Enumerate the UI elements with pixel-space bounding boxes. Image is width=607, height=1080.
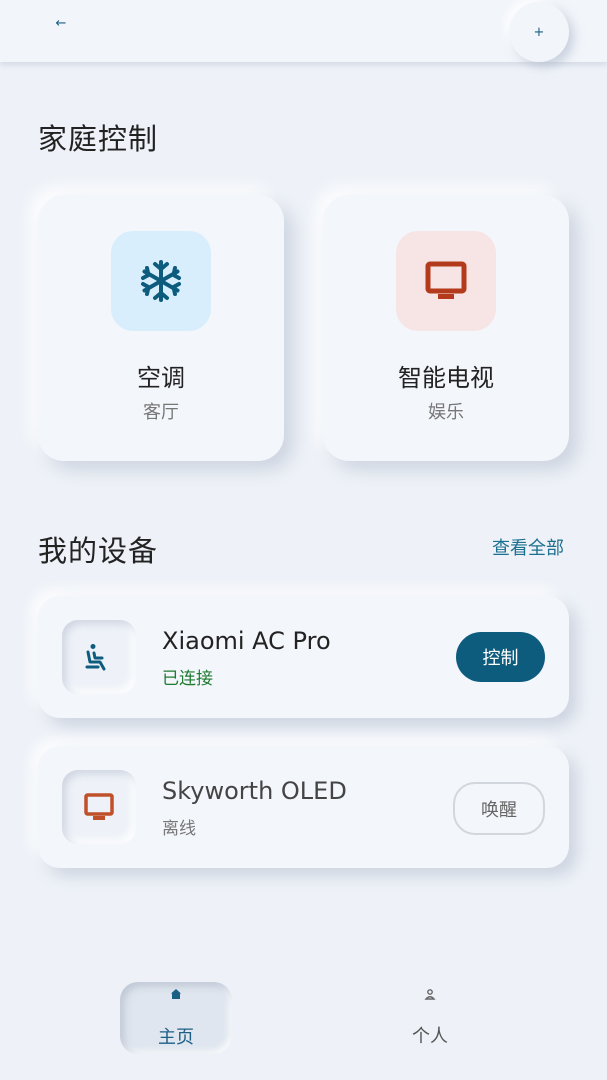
top-app-bar: ← + [0, 0, 607, 62]
device-card-xiaomi[interactable]: Xiaomi AC Pro 已连接 控制 [38, 596, 569, 718]
tv-icon [425, 261, 467, 299]
home-card-tv[interactable]: 智能电视 娱乐 [323, 195, 569, 461]
snowflake-icon [141, 260, 181, 302]
add-button[interactable]: + [509, 2, 569, 62]
nav-item-home[interactable]: 主页 [120, 982, 232, 1054]
tv-icon [84, 793, 114, 820]
nav-label-profile: 个人 [412, 1026, 448, 1047]
view-all-link[interactable]: 查看全部 [492, 534, 564, 560]
device-name: Xiaomi AC Pro [162, 627, 331, 655]
tv-card-subtitle: 娱乐 [428, 402, 464, 423]
nav-item-profile[interactable]: 个人 [374, 982, 486, 1054]
person-icon [374, 988, 486, 1000]
wake-button[interactable]: 唤醒 [453, 782, 545, 835]
home-icon [120, 988, 232, 1000]
app-screen: ← + 家庭控制 空调 客厅 智能电视 娱乐 我的设备 查看全部 Xiaomi … [0, 0, 607, 1080]
device-icon-box [62, 770, 136, 844]
plus-icon: + [533, 24, 545, 40]
home-control-title: 家庭控制 [38, 122, 159, 156]
nav-label-home: 主页 [158, 1027, 194, 1048]
control-button[interactable]: 控制 [456, 632, 545, 682]
device-status: 离线 [162, 819, 196, 839]
ac-card-title: 空调 [137, 364, 185, 392]
tv-icon-box [396, 231, 496, 331]
my-devices-title: 我的设备 [38, 534, 159, 568]
ac-card-subtitle: 客厅 [143, 402, 179, 423]
back-button[interactable]: ← [46, 8, 76, 38]
tv-card-title: 智能电视 [398, 364, 494, 392]
device-name: Skyworth OLED [162, 777, 347, 805]
device-status: 已连接 [162, 669, 213, 689]
arrow-left-icon: ← [55, 15, 67, 31]
seat-person-icon [85, 644, 106, 671]
device-card-skyworth[interactable]: Skyworth OLED 离线 唤醒 [38, 746, 569, 868]
device-icon-box [62, 620, 136, 694]
ac-icon-box [111, 231, 211, 331]
home-card-ac[interactable]: 空调 客厅 [38, 195, 284, 461]
